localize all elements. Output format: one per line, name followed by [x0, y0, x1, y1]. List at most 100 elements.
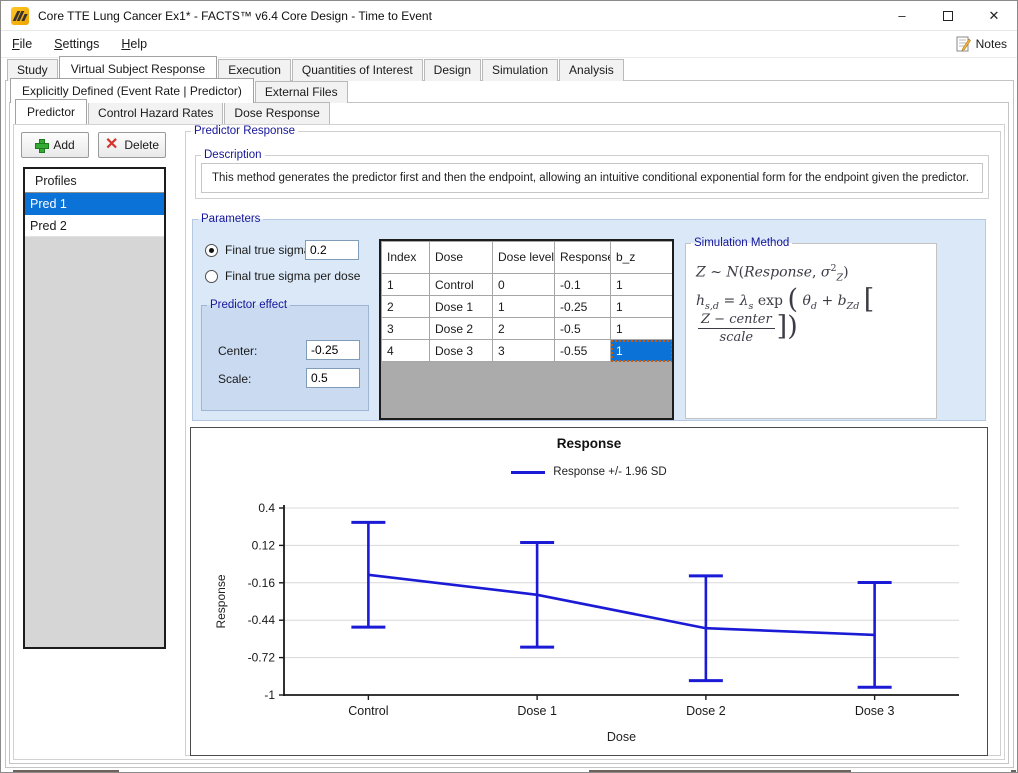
profiles-list: Profiles Pred 1Pred 2 — [23, 167, 166, 649]
table-cell[interactable]: 3 — [493, 340, 555, 362]
table-cell[interactable]: -0.5 — [555, 318, 611, 340]
scale-label: Scale: — [218, 372, 251, 386]
maximize-button[interactable] — [925, 1, 971, 31]
scale-input[interactable] — [306, 368, 360, 388]
table-cell[interactable]: 1 — [493, 296, 555, 318]
maximize-icon — [943, 11, 953, 21]
table-cell[interactable]: 1 — [611, 340, 673, 362]
response-chart: Response Response +/- 1.96 SD 0.40.12-0.… — [190, 427, 988, 756]
table-cell[interactable]: -0.1 — [555, 274, 611, 296]
dose-response-table: IndexDoseDose levelResponseb_z1Control0-… — [379, 239, 674, 420]
tab-quantities-of-interest[interactable]: Quantities of Interest — [292, 59, 423, 81]
col-header-response: Response — [555, 242, 611, 274]
table-row: 3Dose 22-0.51 — [382, 318, 673, 340]
app-window: Core TTE Lung Cancer Ex1* - FACTS™ v6.4 … — [0, 0, 1018, 773]
table-cell[interactable]: 1 — [611, 274, 673, 296]
svg-text:-0.16: -0.16 — [248, 576, 276, 590]
table-cell[interactable]: 2 — [493, 318, 555, 340]
predictor-effect-label: Predictor effect — [207, 299, 290, 311]
final-true-sigma-radio[interactable] — [205, 244, 218, 257]
delete-button[interactable]: ✕ Delete — [98, 132, 166, 158]
minimize-button[interactable]: – — [879, 1, 925, 31]
final-true-sigma-input[interactable] — [305, 240, 359, 260]
notes-label: Notes — [976, 37, 1007, 51]
col-header-b-z: b_z — [611, 242, 673, 274]
tab-design[interactable]: Design — [424, 59, 481, 81]
response-chart-svg: 0.4 0.12 -0.16 -0.44 -0.72 -1 Control Dose 1 Dos… — [191, 428, 987, 755]
table-cell[interactable]: Dose 1 — [430, 296, 493, 318]
table-row: 2Dose 11-0.251 — [382, 296, 673, 318]
table-cell[interactable]: 0 — [493, 274, 555, 296]
add-label: Add — [53, 138, 74, 152]
minimize-icon: – — [898, 8, 905, 23]
description-group: Description This method generates the pr… — [195, 149, 989, 199]
table-cell[interactable]: 4 — [382, 340, 430, 362]
center-input[interactable] — [306, 340, 360, 360]
formula-z-distribution: Z ∼ N(Response, σ2Z) — [696, 263, 849, 283]
svg-text:Dose: Dose — [607, 730, 636, 744]
description-text-box: This method generates the predictor firs… — [201, 163, 983, 193]
col-header-dose: Dose — [430, 242, 493, 274]
menu-settings[interactable]: Settings — [43, 31, 110, 57]
svg-text:0.12: 0.12 — [252, 538, 276, 552]
svg-text:Control: Control — [348, 704, 388, 718]
subsubtab-predictor[interactable]: Predictor — [15, 99, 87, 124]
table-cell[interactable]: Dose 2 — [430, 318, 493, 340]
predictor-response-label: Predictor Response — [191, 125, 298, 137]
table-cell[interactable]: Control — [430, 274, 493, 296]
menu-bar: FileSettingsHelp Notes — [1, 31, 1017, 58]
subtab-external-files[interactable]: External Files — [255, 81, 348, 103]
table-cell[interactable]: -0.55 — [555, 340, 611, 362]
center-label: Center: — [218, 344, 257, 358]
notes-button[interactable]: Notes — [955, 36, 1007, 52]
title-bar: Core TTE Lung Cancer Ex1* - FACTS™ v6.4 … — [1, 1, 1017, 31]
notes-icon — [955, 36, 971, 52]
simulation-method-group: Simulation Method Z ∼ N(Response, σ2Z) h… — [685, 237, 937, 419]
table-row: 1Control0-0.11 — [382, 274, 673, 296]
svg-text:-1: -1 — [264, 688, 275, 702]
svg-text:Dose 1: Dose 1 — [517, 704, 557, 718]
menu-items: FileSettingsHelp — [1, 31, 158, 57]
profile-item-pred-1[interactable]: Pred 1 — [25, 193, 164, 215]
parameters-group: Parameters Final true sigma: Final true … — [192, 213, 986, 421]
table-cell[interactable]: 1 — [611, 318, 673, 340]
close-icon: ✕ — [989, 8, 1000, 24]
add-icon — [35, 139, 47, 151]
delete-label: Delete — [124, 138, 159, 152]
menu-file[interactable]: File — [1, 31, 43, 57]
table-cell[interactable]: Dose 3 — [430, 340, 493, 362]
final-true-sigma-label: Final true sigma: — [225, 243, 314, 257]
predictor-response-group: Predictor Response Description This meth… — [185, 125, 1001, 756]
predictor-subtabs: PredictorControl Hazard RatesDose Respon… — [15, 104, 331, 124]
table-cell[interactable]: 3 — [382, 318, 430, 340]
col-header-dose-level: Dose level — [493, 242, 555, 274]
final-true-sigma-per-dose-radio[interactable] — [205, 270, 218, 283]
svg-text:-0.72: -0.72 — [248, 651, 276, 665]
simulation-method-label: Simulation Method — [691, 237, 792, 249]
col-header-index: Index — [382, 242, 430, 274]
delete-icon: ✕ — [105, 139, 118, 151]
formula-hazard: hs,d = λs exp ( θd + bZd [Z − centerscal… — [696, 293, 936, 345]
table-cell[interactable]: -0.25 — [555, 296, 611, 318]
svg-text:0.4: 0.4 — [258, 501, 275, 515]
tab-analysis[interactable]: Analysis — [559, 59, 624, 81]
description-label: Description — [201, 149, 265, 161]
svg-text:Dose 3: Dose 3 — [855, 704, 895, 718]
window-title: Core TTE Lung Cancer Ex1* - FACTS™ v6.4 … — [38, 9, 432, 23]
table-cell[interactable]: 1 — [611, 296, 673, 318]
menu-help[interactable]: Help — [110, 31, 158, 57]
svg-text:Response: Response — [214, 574, 228, 628]
tab-simulation[interactable]: Simulation — [482, 59, 558, 81]
profile-item-pred-2[interactable]: Pred 2 — [25, 215, 164, 237]
subsubtab-dose-response[interactable]: Dose Response — [224, 102, 329, 124]
svg-text:-0.44: -0.44 — [248, 613, 276, 627]
table-cell[interactable]: 1 — [382, 274, 430, 296]
table-cell[interactable]: 2 — [382, 296, 430, 318]
svg-text:Dose 2: Dose 2 — [686, 704, 726, 718]
app-icon — [11, 7, 29, 25]
subsubtab-control-hazard-rates[interactable]: Control Hazard Rates — [88, 102, 223, 124]
add-button[interactable]: Add — [21, 132, 89, 158]
close-button[interactable]: ✕ — [971, 1, 1017, 31]
final-true-sigma-per-dose-label: Final true sigma per dose — [225, 269, 360, 283]
parameters-label: Parameters — [198, 213, 263, 225]
